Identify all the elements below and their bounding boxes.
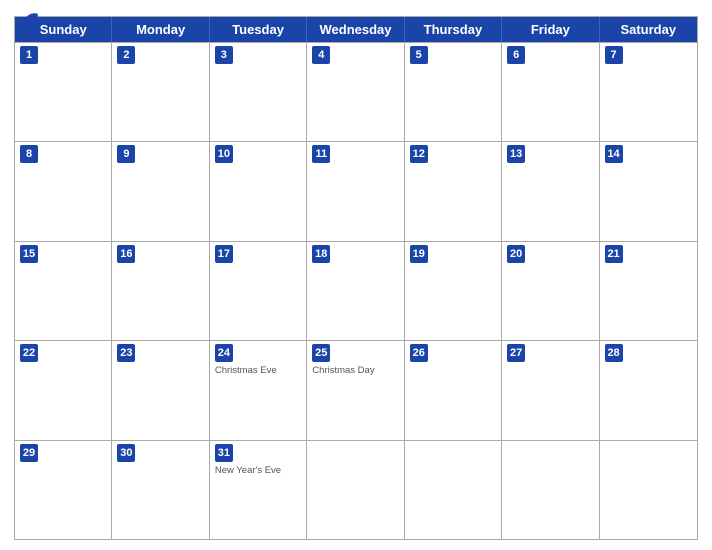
day-cell-7: 7 [600,43,697,141]
empty-cell [502,441,599,539]
day-cell-12: 12 [405,142,502,240]
empty-cell [307,441,404,539]
day-cell-17: 17 [210,242,307,340]
weekday-header-saturday: Saturday [600,17,697,42]
day-cell-28: 28 [600,341,697,439]
day-cell-26: 26 [405,341,502,439]
day-number-14: 14 [605,145,623,163]
day-cell-13: 13 [502,142,599,240]
day-number-4: 4 [312,46,330,64]
day-cell-1: 1 [15,43,112,141]
weekday-header-friday: Friday [502,17,599,42]
week-row-2: 8 9 10 11 12 13 14 [15,141,697,240]
weekday-header-thursday: Thursday [405,17,502,42]
day-cell-8: 8 [15,142,112,240]
day-number-20: 20 [507,245,525,263]
day-cell-9: 9 [112,142,209,240]
event-label: Christmas Day [312,365,398,376]
day-number-30: 30 [117,444,135,462]
day-number-5: 5 [410,46,428,64]
day-number-31: 31 [215,444,233,462]
day-number-17: 17 [215,245,233,263]
week-row-5: 29 30 31 New Year's Eve [15,440,697,539]
day-cell-22: 22 [15,341,112,439]
day-number-18: 18 [312,245,330,263]
event-label: New Year's Eve [215,465,301,476]
day-cell-3: 3 [210,43,307,141]
empty-cell [600,441,697,539]
day-cell-27: 27 [502,341,599,439]
day-cell-16: 16 [112,242,209,340]
weekday-header-wednesday: Wednesday [307,17,404,42]
day-number-16: 16 [117,245,135,263]
day-number-23: 23 [117,344,135,362]
day-number-25: 25 [312,344,330,362]
day-cell-4: 4 [307,43,404,141]
day-cell-21: 21 [600,242,697,340]
day-cell-30: 30 [112,441,209,539]
day-number-19: 19 [410,245,428,263]
day-number-7: 7 [605,46,623,64]
day-number-13: 13 [507,145,525,163]
day-cell-29: 29 [15,441,112,539]
day-cell-5: 5 [405,43,502,141]
day-number-27: 27 [507,344,525,362]
day-number-12: 12 [410,145,428,163]
day-cell-6: 6 [502,43,599,141]
weekday-header-tuesday: Tuesday [210,17,307,42]
day-number-1: 1 [20,46,38,64]
day-number-8: 8 [20,145,38,163]
day-number-2: 2 [117,46,135,64]
calendar-grid: SundayMondayTuesdayWednesdayThursdayFrid… [14,16,698,540]
day-number-15: 15 [20,245,38,263]
day-number-28: 28 [605,344,623,362]
weekday-header-row: SundayMondayTuesdayWednesdayThursdayFrid… [15,17,697,42]
day-cell-25: 25 Christmas Day [307,341,404,439]
day-cell-2: 2 [112,43,209,141]
day-number-29: 29 [20,444,38,462]
calendar-body: 123456789101112131415161718192021222324C… [15,42,697,539]
weekday-header-monday: Monday [112,17,209,42]
day-cell-10: 10 [210,142,307,240]
day-cell-14: 14 [600,142,697,240]
day-cell-18: 18 [307,242,404,340]
day-number-21: 21 [605,245,623,263]
week-row-4: 22 23 24 Christmas Eve 25 Christmas Day 26 27 28 [15,340,697,439]
day-number-6: 6 [507,46,525,64]
day-cell-23: 23 [112,341,209,439]
calendar-page: SundayMondayTuesdayWednesdayThursdayFrid… [0,0,712,550]
empty-cell [405,441,502,539]
week-row-3: 15 16 17 18 19 20 21 [15,241,697,340]
day-cell-19: 19 [405,242,502,340]
day-cell-20: 20 [502,242,599,340]
day-cell-15: 15 [15,242,112,340]
logo-bird-icon [18,10,42,34]
day-number-9: 9 [117,145,135,163]
day-number-22: 22 [20,344,38,362]
event-label: Christmas Eve [215,365,301,376]
day-cell-24: 24 Christmas Eve [210,341,307,439]
day-cell-11: 11 [307,142,404,240]
day-cell-31: 31 New Year's Eve [210,441,307,539]
day-number-11: 11 [312,145,330,163]
day-number-24: 24 [215,344,233,362]
day-number-3: 3 [215,46,233,64]
day-number-10: 10 [215,145,233,163]
week-row-1: 1 2 3 4 5 6 7 [15,42,697,141]
day-number-26: 26 [410,344,428,362]
